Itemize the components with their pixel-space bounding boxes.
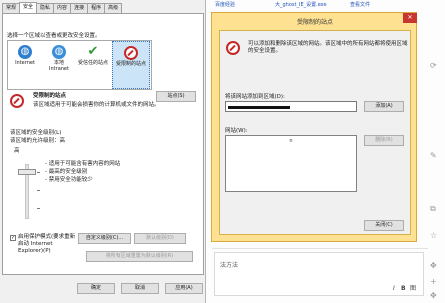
bg-link-2[interactable]: 大_ghost_IE_设置.exe [275,1,327,8]
restricted-sites-dialog: 受限制的站点 ✕ 可以添加和删除该区域的网站。该区域中的所有网站都将使用区域的安… [211,12,417,242]
apply-button[interactable]: 应用(A) [165,283,203,294]
side-edit-icon[interactable]: ✎ [430,152,437,160]
italic-button[interactable]: I [393,285,395,292]
slider-tick [37,208,40,209]
add-site-label: 将该网站添加到区域(D): [225,94,285,100]
remove-button[interactable]: 删除(R) [364,135,404,146]
tab-security[interactable]: 安全 [19,2,38,13]
zone-label: 本地 Intranet [49,60,69,72]
bold-button[interactable]: B [401,285,406,292]
side-favorite-icon[interactable]: ☆ [430,232,437,240]
editor-box[interactable]: 法方法 I B 图 [214,252,424,296]
tab-general[interactable]: 常规 [2,3,21,13]
side-share-icon[interactable]: ⟳ [430,62,437,70]
security-panel: 选择一个区域以查看或更改安全设置。 ◍ Internet ◍ 本地 Intran… [2,13,204,275]
custom-level-button[interactable]: 自定义级别(C)... [78,233,131,244]
allowed-levels-label: 该区域的允许级别：高 [10,138,66,144]
bg-link-3[interactable]: 查看文件 [350,1,370,8]
level-bullet: - 适用于可能含有害内容的网站 [45,161,121,167]
tab-content[interactable]: 内容 [53,3,72,13]
websites-label: 网站(W): [225,128,248,134]
cancel-button[interactable]: 取消 [121,283,159,294]
level-name: 高 [14,148,20,154]
dialog-title: 受限制的站点 [296,19,333,26]
zone-restricted-sites[interactable]: 受限制的站点 [112,41,150,89]
zone-prompt: 选择一个区域以查看或更改安全设置。 [7,33,101,39]
checkmark-icon: ✔ [87,44,99,59]
close-button[interactable]: 关闭(C) [364,220,404,231]
security-level-slider-thumb[interactable] [18,169,36,175]
zone-local-intranet[interactable]: ◍ 本地 Intranet [44,41,74,72]
editor-text: 法方法 [220,262,239,269]
side-add-icon[interactable]: + [430,278,437,286]
zone-info-desc: 该区域适用于可能会损害你的计算机或文件的网站。 [33,102,160,108]
zone-info-title: 受限制的站点 [33,93,67,99]
bg-link-1[interactable]: 百度经验 [215,1,235,8]
tab-programs[interactable]: 程序 [87,3,106,13]
zone-label: Internet [15,60,35,66]
level-bullet: - 最高的安全级别 [45,169,88,175]
dialog-description: 可以添加和删除该区域的网站。该区域中的所有网站都将使用区域的安全设置。 [248,41,408,54]
restricted-icon [124,46,138,60]
side-expand-icon[interactable]: ✥ [430,292,437,300]
security-level-group-label: 该区域的安全级别(L) [10,130,62,136]
zone-trusted-sites[interactable]: ✔ 受信任的站点 [78,41,109,67]
tab-connections[interactable]: 连接 [70,3,89,13]
internet-options-dialog: 常规 安全 隐私 内容 连接 程序 高级 选择一个区域以查看或更改安全设置。 ◍… [0,0,206,303]
restricted-large-icon [10,94,24,108]
close-icon[interactable]: ✕ [403,13,417,23]
globe-icon: ◍ [18,45,32,59]
tab-privacy[interactable]: 隐私 [36,3,55,13]
sites-button[interactable]: 站点(S) [156,91,196,102]
add-button[interactable]: 添加(A) [364,101,404,112]
ok-button[interactable]: 确定 [77,283,115,294]
zone-list: ◍ Internet ◍ 本地 Intranet ✔ 受信任的站点 受限制的站点 [7,40,152,90]
zone-internet[interactable]: ◍ Internet [10,41,40,66]
zone-label: 受限制的站点 [115,61,146,67]
side-move-icon[interactable]: ✥ [430,262,437,270]
tab-advanced[interactable]: 高级 [104,3,123,13]
default-level-button[interactable]: 默认级别(D) [134,233,186,244]
zone-label: 受信任的站点 [78,60,109,66]
add-site-input[interactable] [225,101,357,112]
slider-tick [37,172,40,173]
tab-bar: 常规 安全 隐私 内容 连接 程序 高级 [2,2,123,13]
side-copy-icon[interactable]: ⧉ [430,205,436,213]
reset-all-zones-button[interactable]: 将所有区域重置为默认级别(R) [86,251,193,262]
intranet-globe-icon: ◍ [52,45,66,59]
level-bullet: - 禁用安全功能较少 [45,177,93,183]
protected-mode-checkbox[interactable]: ✓ [10,235,16,241]
slider-tick [37,190,40,191]
protected-mode-label: 启用保护模式(要求重新启动 Internet Explorer)(P) [18,234,76,254]
restricted-sites-body: 可以添加和删除该区域的网站。该区域中的所有网站都将使用区域的安全设置。 将该网站… [219,30,411,235]
restricted-icon [226,41,240,55]
redaction-bar [228,106,290,109]
websites-list[interactable]: n [225,135,357,192]
image-button[interactable]: 图 [410,283,416,292]
divider [212,248,428,249]
list-item[interactable]: n [226,138,356,144]
